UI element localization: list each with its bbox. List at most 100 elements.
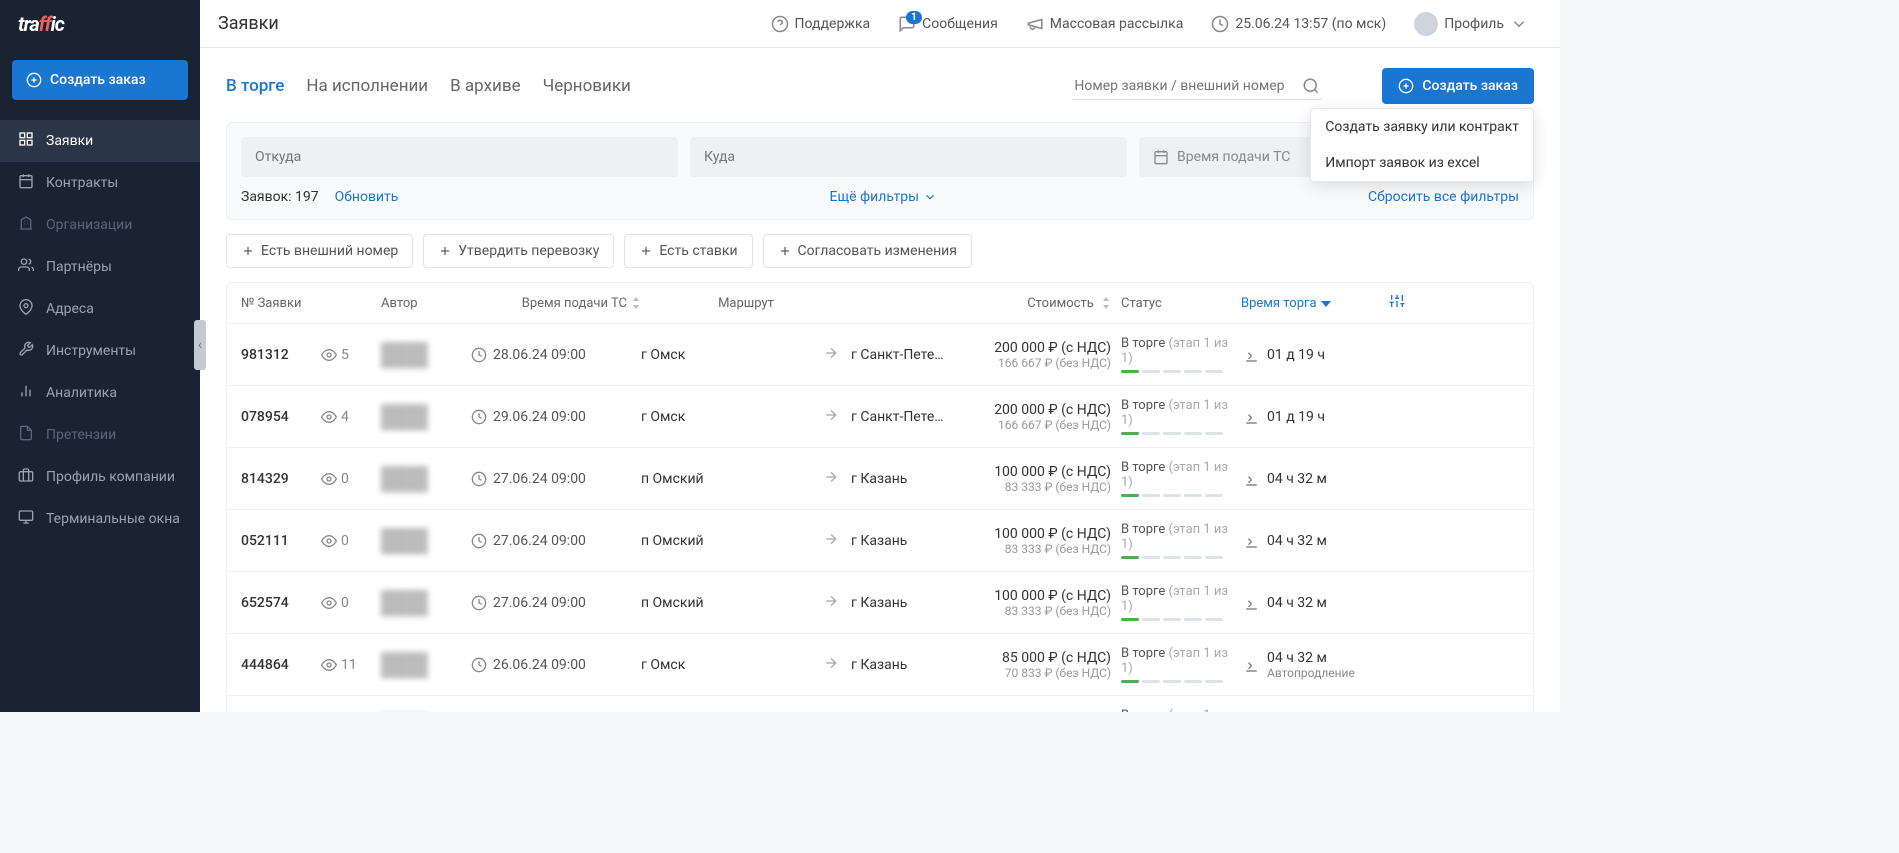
eye-icon <box>321 409 337 425</box>
col-timer-header[interactable]: Время торга <box>1241 296 1381 311</box>
search-input[interactable] <box>1074 78 1294 94</box>
col-id-header[interactable]: № Заявки <box>241 296 321 311</box>
main: Заявки Поддержка 1 Сообщения Массовая ра… <box>200 0 1560 712</box>
nav-icon <box>18 257 34 277</box>
search-icon[interactable] <box>1302 77 1320 95</box>
sidebar-item[interactable]: Контракты <box>0 162 200 204</box>
sliders-icon <box>1389 293 1405 309</box>
col-status-header[interactable]: Статус <box>1111 296 1241 311</box>
refresh-link[interactable]: Обновить <box>335 189 399 205</box>
topbar-messages[interactable]: 1 Сообщения <box>884 15 1012 33</box>
more-filters-link[interactable]: Ещё фильтры <box>830 189 937 205</box>
nav-icon <box>18 173 34 193</box>
reset-filters-link[interactable]: Сбросить все фильтры <box>1368 189 1519 205</box>
cell-id: 444864 <box>241 657 321 673</box>
arrow-right-icon <box>823 345 839 361</box>
tab-trading[interactable]: В торге <box>226 72 284 100</box>
nav-label: Профиль компании <box>46 469 175 485</box>
tab-executing[interactable]: На исполнении <box>306 72 428 100</box>
tab-archive[interactable]: В архиве <box>450 72 520 100</box>
cell-author: ████████████ <box>381 404 471 430</box>
nav-icon <box>18 341 34 361</box>
cell-from: п Омский <box>641 533 811 549</box>
action-button[interactable]: Утвердить перевозку <box>423 234 614 268</box>
cell-id: 052111 <box>241 533 321 549</box>
table-settings-button[interactable] <box>1381 293 1405 313</box>
cell-id: 652574 <box>241 595 321 611</box>
col-route-header[interactable]: Маршрут <box>641 296 811 311</box>
create-order-button[interactable]: Создать заказ Создать заявку или контрак… <box>1382 68 1534 104</box>
cell-status: В торге (этап 1 из 1) <box>1111 336 1241 373</box>
topbar-support[interactable]: Поддержка <box>757 15 885 33</box>
cell-price: 85 000 ₽ (с НДС)70 833 ₽ (без НДС) <box>971 650 1111 680</box>
cell-timer: 04 ч 32 мАвтопродление <box>1241 650 1381 680</box>
cell-arrow <box>811 655 851 675</box>
sidebar-collapse-handle[interactable] <box>194 320 206 370</box>
table-header: № Заявки Автор Время подачи ТС Маршрут С… <box>227 283 1533 324</box>
cell-timer: 04 ч 32 м <box>1241 594 1381 612</box>
messages-badge: 1 <box>906 11 922 24</box>
cell-from: п Омский <box>641 471 811 487</box>
filter-to-input[interactable] <box>690 137 1127 177</box>
cell-timer: 01 д 19 ч <box>1241 346 1381 364</box>
cell-to: г Санкт-Пете… <box>851 347 971 363</box>
cell-arrow <box>811 345 851 365</box>
nav-label: Инструменты <box>46 343 136 359</box>
cell-arrow <box>811 593 851 613</box>
col-author-header[interactable]: Автор <box>381 296 471 311</box>
sidebar-create-order-button[interactable]: Создать заказ <box>12 60 188 100</box>
table-row[interactable]: 0521110████████████27.06.24 09:00п Омски… <box>227 510 1533 572</box>
sidebar-item[interactable]: Аналитика <box>0 372 200 414</box>
dropdown-import-excel[interactable]: Импорт заявок из excel <box>1311 145 1533 181</box>
cell-time: 26.06.24 09:00 <box>471 657 641 673</box>
sidebar-item[interactable]: Претензии <box>0 414 200 456</box>
col-price-header[interactable]: Стоимость <box>971 296 1111 311</box>
cell-to: г Санкт-Пете… <box>851 409 971 425</box>
sidebar-item[interactable]: Инструменты <box>0 330 200 372</box>
auction-icon <box>1241 346 1259 364</box>
action-button[interactable]: Есть ставки <box>624 234 752 268</box>
search-box <box>1072 73 1322 100</box>
action-button[interactable]: Есть внешний номер <box>226 234 413 268</box>
table-row[interactable]: 8143290████████████27.06.24 09:00п Омски… <box>227 448 1533 510</box>
cell-time: 27.06.24 09:00 <box>471 471 641 487</box>
sidebar-item[interactable]: Адреса <box>0 288 200 330</box>
cell-views: 4 <box>321 409 381 425</box>
plus-icon <box>438 244 452 258</box>
clock-icon <box>471 533 487 549</box>
sidebar-item[interactable]: Профиль компании <box>0 456 200 498</box>
table-row[interactable]: 10916319████████████26.06.24 09:00г Омск… <box>227 696 1533 712</box>
arrow-right-icon <box>823 655 839 671</box>
cell-to: г Казань <box>851 595 971 611</box>
topbar-datetime: 25.06.24 13:57 (по мск) <box>1197 15 1400 33</box>
filter-from-input[interactable] <box>241 137 678 177</box>
col-time-header[interactable]: Время подачи ТС <box>471 296 641 311</box>
table-row[interactable]: 9813125████████████28.06.24 09:00г Омскг… <box>227 324 1533 386</box>
dropdown-create-request[interactable]: Создать заявку или контракт <box>1311 109 1533 145</box>
topbar-profile[interactable]: Профиль <box>1400 12 1542 36</box>
table-row[interactable]: 6525740████████████27.06.24 09:00п Омски… <box>227 572 1533 634</box>
cell-views: 0 <box>321 471 381 487</box>
eye-icon <box>321 533 337 549</box>
sidebar-item[interactable]: Терминальные окна <box>0 498 200 540</box>
tab-drafts[interactable]: Черновики <box>543 72 631 100</box>
cell-to: г Казань <box>851 471 971 487</box>
table-row[interactable]: 0789544████████████29.06.24 09:00г Омскг… <box>227 386 1533 448</box>
table-body: 9813125████████████28.06.24 09:00г Омскг… <box>227 324 1533 712</box>
sidebar-item[interactable]: Партнёры <box>0 246 200 288</box>
nav-icon <box>18 215 34 235</box>
nav-label: Контракты <box>46 175 118 191</box>
arrow-right-icon <box>823 531 839 547</box>
topbar-broadcast[interactable]: Массовая рассылка <box>1012 15 1198 33</box>
plus-circle-icon <box>1398 78 1414 94</box>
cell-time: 27.06.24 09:00 <box>471 533 641 549</box>
sidebar-item[interactable]: Организации <box>0 204 200 246</box>
cell-author: ████████████ <box>381 528 471 554</box>
auction-icon <box>1241 408 1259 426</box>
nav-list: Заявки Контракты ОрганизацииПартнёрыАдреса… <box>0 120 200 540</box>
tabs-bar: В торге На исполнении В архиве Черновики… <box>226 68 1534 104</box>
sidebar-item[interactable]: Заявки <box>0 120 200 162</box>
table-row[interactable]: 44486411████████████26.06.24 09:00г Омск… <box>227 634 1533 696</box>
logo: traffic <box>0 0 200 48</box>
action-button[interactable]: Согласовать изменения <box>763 234 972 268</box>
